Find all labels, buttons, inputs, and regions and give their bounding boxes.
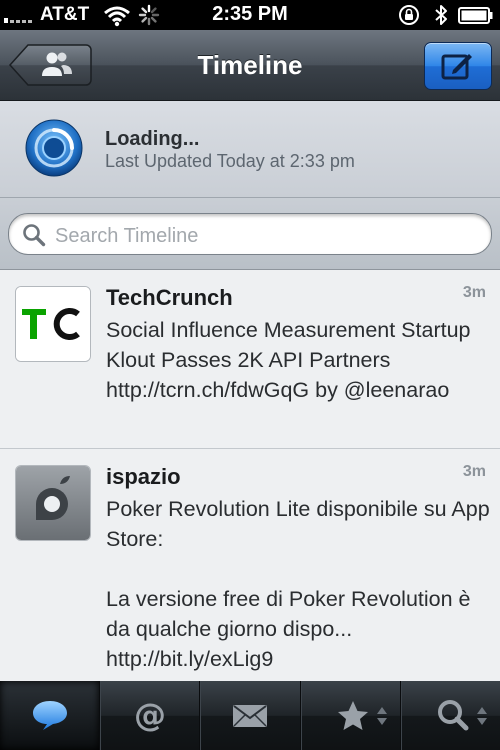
battery-icon <box>458 7 493 24</box>
compose-icon <box>441 54 472 80</box>
clock: 2:35 PM <box>212 3 288 25</box>
ispazio-logo <box>16 466 90 540</box>
avatar[interactable]: TC <box>15 286 91 362</box>
compose-button[interactable] <box>424 42 492 90</box>
bluetooth-icon <box>435 5 447 25</box>
favorites-icon <box>337 701 368 730</box>
tweet-author[interactable]: ispazio <box>106 464 181 490</box>
refresh-status: Loading... <box>105 128 200 150</box>
pull-to-refresh-header: Loading... Last Updated Today at 2:33 pm <box>0 101 500 198</box>
tab-favorites[interactable] <box>301 681 401 750</box>
techcrunch-logo: TC <box>16 287 90 361</box>
tab-search[interactable] <box>401 681 500 750</box>
sort-arrows-icon <box>376 707 387 725</box>
timeline-bubble-icon <box>33 701 67 730</box>
tweet-text: Social Influence Measurement Startup Klo… <box>106 318 471 402</box>
search-field[interactable] <box>8 213 492 255</box>
search-icon <box>23 224 46 247</box>
status-bar: AT&T 2:35 PM <box>0 0 500 30</box>
navigation-bar: Timeline <box>0 30 500 101</box>
search-input[interactable] <box>53 222 477 250</box>
tab-timeline[interactable] <box>0 681 101 750</box>
messages-icon <box>233 705 268 727</box>
orientation-lock-icon <box>399 5 419 25</box>
avatar[interactable] <box>15 465 91 541</box>
search-icon <box>437 700 469 731</box>
tweet-row[interactable]: TC TechCrunch 3m Social Influence Measur… <box>0 270 500 449</box>
search-bar <box>0 198 500 270</box>
mentions-icon: @ <box>134 697 166 733</box>
tab-mentions[interactable]: @ <box>100 681 201 750</box>
sort-arrows-icon <box>476 707 487 725</box>
tweet-age: 3m <box>462 463 486 480</box>
tweet-row[interactable]: ispazio 3m Poker Revolution Lite disponi… <box>0 449 500 682</box>
svg-text:@: @ <box>134 697 166 733</box>
tab-bar: @ <box>0 681 500 750</box>
last-updated-text: Last Updated Today at 2:33 pm <box>105 151 355 171</box>
loading-spinner-icon <box>25 119 83 177</box>
tab-messages[interactable] <box>200 681 301 750</box>
tweet-text: Poker Revolution Lite disponibile su App… <box>106 497 490 671</box>
tweet-author[interactable]: TechCrunch <box>106 285 233 311</box>
tweet-age: 3m <box>462 284 486 301</box>
